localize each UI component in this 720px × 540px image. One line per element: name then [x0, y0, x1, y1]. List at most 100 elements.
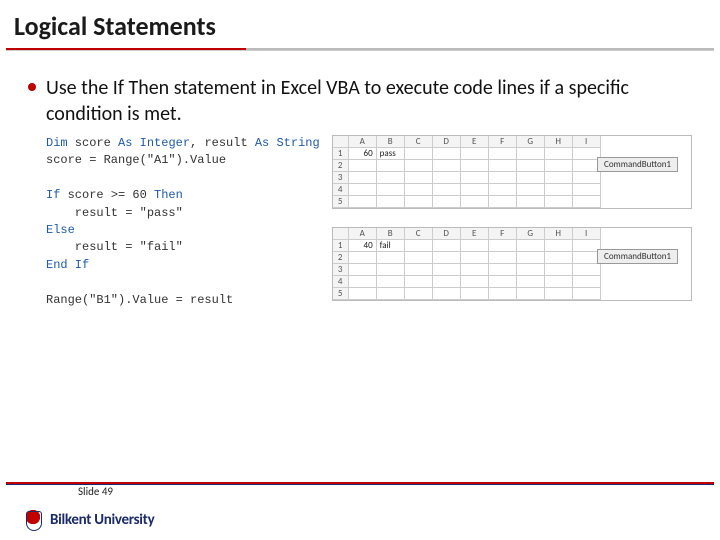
cell — [489, 252, 517, 264]
university-logo-icon — [24, 510, 42, 530]
code-line: result = "pass" — [46, 206, 183, 220]
row-header: 1 — [333, 148, 349, 160]
cell — [461, 148, 489, 160]
cell — [545, 184, 573, 196]
col-header: D — [433, 136, 461, 148]
cell — [517, 252, 545, 264]
cell — [489, 288, 517, 300]
cell — [517, 288, 545, 300]
cell — [377, 252, 405, 264]
cell — [489, 240, 517, 252]
excel-previews: A B C D E F G H I 1 60 pass — [332, 135, 692, 301]
bullet-text: Use the If Then statement in Excel VBA t… — [46, 75, 692, 127]
cell — [545, 276, 573, 288]
corner-cell — [333, 136, 349, 148]
row-header: 2 — [333, 160, 349, 172]
content-area: Use the If Then statement in Excel VBA t… — [0, 51, 720, 309]
university-name: Bilkent University — [50, 511, 154, 529]
cell — [405, 240, 433, 252]
cell — [433, 252, 461, 264]
row-header: 2 — [333, 252, 349, 264]
col-header: I — [573, 136, 601, 148]
row-header: 4 — [333, 276, 349, 288]
cell — [433, 160, 461, 172]
cell — [405, 264, 433, 276]
cell — [433, 184, 461, 196]
cell — [545, 196, 573, 208]
cell — [573, 184, 601, 196]
col-header: A — [349, 228, 377, 240]
cell — [433, 276, 461, 288]
cell — [461, 276, 489, 288]
cell — [545, 240, 573, 252]
kw-endif: End If — [46, 258, 89, 272]
col-header: G — [517, 136, 545, 148]
row-header: 5 — [333, 288, 349, 300]
cell — [405, 196, 433, 208]
cell — [349, 264, 377, 276]
cell — [489, 184, 517, 196]
excel-sheet-pass: A B C D E F G H I 1 60 pass — [332, 135, 692, 209]
cell-b1: pass — [377, 148, 405, 160]
col-header: A — [349, 136, 377, 148]
cell — [489, 196, 517, 208]
kw-then: Then — [154, 188, 183, 202]
cell — [489, 160, 517, 172]
cell — [489, 148, 517, 160]
col-header: F — [489, 136, 517, 148]
cell — [517, 264, 545, 276]
cell — [545, 148, 573, 160]
code-frag: score — [68, 136, 118, 150]
col-header: B — [377, 136, 405, 148]
cell — [517, 276, 545, 288]
cell-b1: fail — [377, 240, 405, 252]
cell — [461, 288, 489, 300]
bullet-item: Use the If Then statement in Excel VBA t… — [28, 75, 692, 127]
cell — [433, 288, 461, 300]
cell — [405, 160, 433, 172]
cell — [573, 172, 601, 184]
kw-as-string: As String — [255, 136, 320, 150]
command-button[interactable]: CommandButton1 — [597, 157, 678, 172]
cell — [573, 196, 601, 208]
cell — [349, 172, 377, 184]
row-header: 3 — [333, 172, 349, 184]
code-frag: , result — [190, 136, 255, 150]
slide-title: Logical Statements — [0, 0, 720, 48]
cell — [377, 264, 405, 276]
cell — [573, 288, 601, 300]
cell — [405, 148, 433, 160]
cell — [433, 196, 461, 208]
slide-number: Slide 49 — [78, 485, 720, 498]
col-header: C — [405, 228, 433, 240]
cell — [461, 172, 489, 184]
kw-dim: Dim — [46, 136, 68, 150]
row-header: 1 — [333, 240, 349, 252]
col-header: F — [489, 228, 517, 240]
cell — [377, 184, 405, 196]
cell — [377, 196, 405, 208]
col-header: H — [545, 136, 573, 148]
cell-a1: 60 — [349, 148, 377, 160]
col-header: B — [377, 228, 405, 240]
cell — [377, 276, 405, 288]
col-header: C — [405, 136, 433, 148]
cell — [349, 160, 377, 172]
cell — [405, 288, 433, 300]
cell — [489, 264, 517, 276]
code-line: result = "fail" — [46, 240, 183, 254]
cell — [349, 288, 377, 300]
cell — [377, 172, 405, 184]
col-header: G — [517, 228, 545, 240]
cell — [489, 276, 517, 288]
cell — [545, 160, 573, 172]
cell — [405, 276, 433, 288]
cell — [517, 196, 545, 208]
col-header: E — [461, 136, 489, 148]
cell — [349, 184, 377, 196]
command-button[interactable]: CommandButton1 — [597, 249, 678, 264]
bullet-dot-icon — [28, 83, 36, 91]
row-header: 4 — [333, 184, 349, 196]
kw-as-integer: As Integer — [118, 136, 190, 150]
kw-if: If — [46, 188, 60, 202]
